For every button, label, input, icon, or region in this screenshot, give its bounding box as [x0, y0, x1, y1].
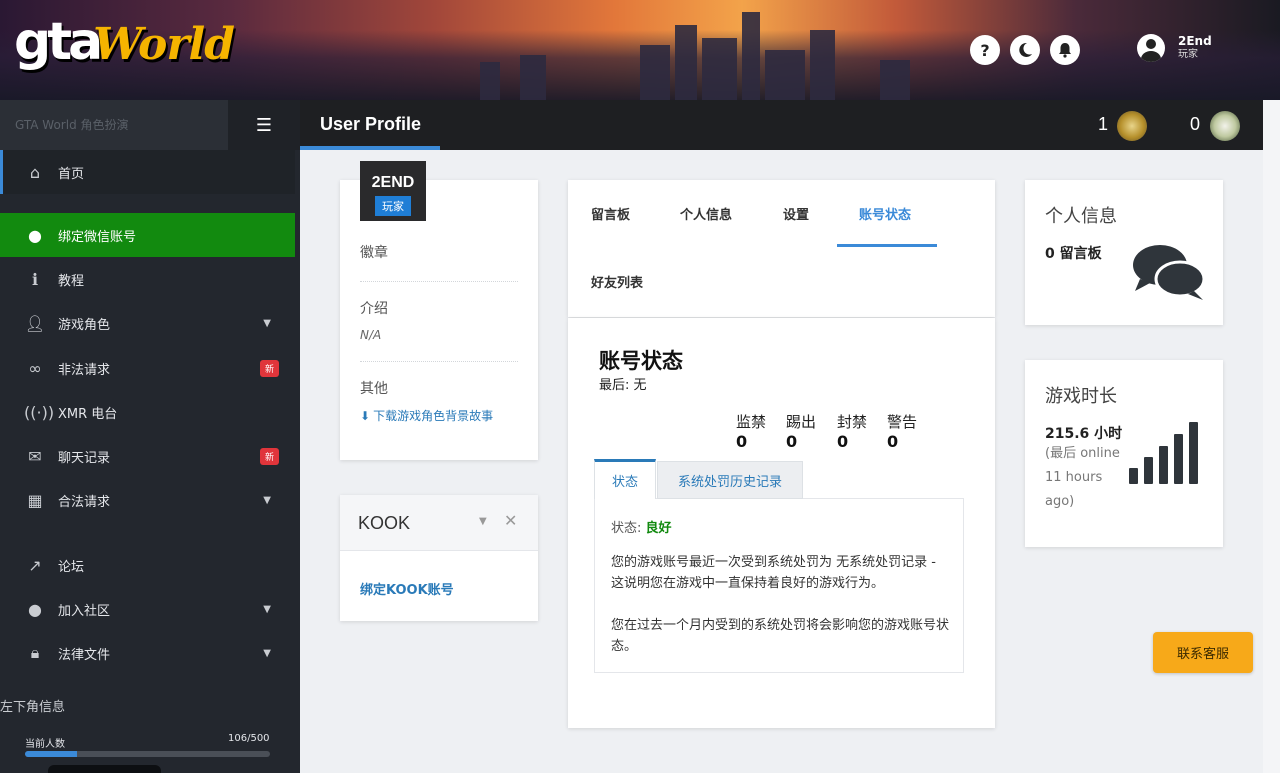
sidebar: GTA World 角色扮演 ☰ ⌂ 首页 ● 绑定微信账号 ℹ 教程 👤︎ 游…: [0, 100, 300, 773]
sidebar-item-illegal-requests[interactable]: ∞ 非法请求 新: [0, 346, 295, 390]
chevron-down-icon: ▼: [263, 647, 271, 659]
last-online: (最后 online 11 hours ago): [1045, 446, 1120, 509]
sidebar-item-radio[interactable]: ((·)) XMR 电台: [0, 390, 295, 434]
status-panel: 状态: 良好 您的游戏账号最近一次受到系统处罚为 无系统处罚记录 - 这说明您在…: [594, 498, 964, 673]
user-icon: 👤︎: [24, 313, 46, 333]
intro-value: N/A: [360, 328, 382, 342]
stat-ban: 封禁 0: [837, 413, 868, 451]
header-banner: gtaWorld ? 2End 玩家: [0, 0, 1280, 100]
sidebar-item-forum[interactable]: ↗ 论坛: [0, 543, 295, 587]
intro-label: 介绍: [360, 301, 388, 317]
tab-account-status[interactable]: 账号状态: [859, 204, 911, 223]
active-tab-indicator: [837, 244, 937, 247]
scroll-gutter: [1263, 100, 1280, 773]
online-count: 106/500: [228, 733, 270, 744]
signal-bars-icon: [1129, 422, 1198, 484]
bind-kook-link[interactable]: 绑定KOOK账号: [360, 579, 454, 598]
subtab-penalty-history[interactable]: 系统处罚历史记录: [657, 461, 803, 499]
stat-count-1: 1: [1098, 114, 1109, 134]
status-description: 您的游戏账号最近一次受到系统处罚为 无系统处罚记录 - 这说明您在游戏中一直保持…: [611, 555, 936, 591]
sidebar-item-join-community[interactable]: ● 加入社区 ▼: [0, 587, 295, 631]
sidebar-item-legal-requests[interactable]: ▦ 合法请求 ▼: [0, 478, 295, 522]
comments-icon: [1133, 245, 1206, 300]
help-icon[interactable]: ?: [970, 35, 1000, 65]
sidebar-item-chat-logs[interactable]: ✉ 聊天记录 新: [0, 434, 295, 478]
playtime-title: 游戏时长: [1045, 386, 1117, 407]
user-role: 玩家: [1178, 49, 1198, 60]
badges-label: 徽章: [360, 245, 388, 261]
sidebar-item-tutorial[interactable]: ℹ 教程: [0, 257, 295, 301]
sidebar-item-home[interactable]: ⌂ 首页: [0, 150, 295, 194]
online-progress-fill: [25, 751, 77, 757]
stat-kick: 踢出 0: [786, 413, 817, 451]
avatar: [1137, 34, 1165, 62]
status-line: 状态: 良好: [611, 521, 672, 536]
profile-card: 徽章 介绍 N/A 其他 ⬇ 下载游戏角色背景故事: [340, 180, 538, 460]
stat-jail: 监禁 0: [736, 413, 767, 451]
playtime-hours: 215.6 小时: [1045, 426, 1123, 442]
info-icon: ℹ: [31, 269, 39, 289]
mask-icon: ∞: [28, 358, 42, 378]
other-label: 其他: [360, 381, 388, 397]
sidebar-item-bind-wechat[interactable]: ● 绑定微信账号: [0, 213, 295, 257]
online-label: 当前人数: [25, 739, 65, 750]
sidebar-item-characters[interactable]: 👤︎ 游戏角色 ▼: [0, 301, 295, 345]
status-note: 您在过去一个月内受到的系统处罚将会影响您的游戏账号状态。: [611, 618, 950, 654]
tab-message-board[interactable]: 留言板: [591, 204, 630, 223]
sidebar-item-legal-docs[interactable]: 🔒︎ 法律文件 ▼: [0, 631, 295, 675]
profile-name-tag: 2END 玩家: [360, 161, 426, 221]
radio-icon: ((·)): [24, 402, 55, 422]
external-link-icon: ↗: [28, 555, 42, 575]
new-badge: 新: [259, 447, 279, 465]
tab-friends-list[interactable]: 好友列表: [591, 272, 643, 291]
page-titlebar: User Profile 1 0: [300, 100, 1263, 150]
dark-mode-icon[interactable]: [1010, 35, 1040, 65]
chevron-down-icon: ▼: [263, 494, 271, 506]
tab-personal-info[interactable]: 个人信息: [680, 204, 732, 223]
lock-icon: 🔒︎: [30, 643, 40, 662]
profile-role-badge: 玩家: [375, 196, 411, 216]
user-menu[interactable]: 2End 玩家: [1137, 34, 1212, 62]
message-count: 0 留言板: [1045, 246, 1102, 262]
tab-settings[interactable]: 设置: [783, 204, 809, 223]
chevron-down-icon: ▼: [263, 317, 271, 329]
last-penalty: 最后: 无: [599, 378, 647, 393]
download-backstory-link[interactable]: ⬇ 下载游戏角色背景故事: [360, 407, 493, 424]
kook-title: KOOK: [358, 513, 411, 533]
mascot-badge-icon[interactable]: [1210, 111, 1240, 141]
sidebar-footer-pill: [48, 765, 161, 773]
profile-tabs-card: [568, 180, 995, 317]
sidebar-title: GTA World 角色扮演: [15, 118, 129, 132]
new-badge: 新: [259, 359, 279, 377]
collapse-icon[interactable]: ▼: [479, 516, 487, 527]
wechat-icon: ●: [28, 225, 42, 245]
chat-icon: ✉: [28, 446, 42, 466]
personal-info-card: 个人信息 0 留言板: [1025, 180, 1223, 325]
page-title: User Profile: [320, 114, 422, 134]
chevron-down-icon: ▼: [263, 603, 271, 615]
site-logo[interactable]: gtaWorld: [14, 12, 235, 75]
online-progress-bar: [25, 751, 270, 757]
title-underline: [300, 146, 440, 150]
user-name: 2End: [1178, 34, 1212, 48]
wechat-icon: ●: [28, 599, 42, 619]
contact-support-button[interactable]: 联系客服: [1153, 632, 1253, 673]
home-icon: ⌂: [29, 162, 41, 182]
sidebar-section-label: 左下角信息: [0, 700, 66, 715]
status-value: 良好: [645, 521, 672, 536]
stat-count-2: 0: [1190, 114, 1201, 134]
building-icon: ▦: [27, 490, 43, 510]
stat-warning: 警告 0: [887, 413, 918, 451]
download-icon: ⬇: [360, 408, 371, 423]
notification-bell-icon[interactable]: [1050, 35, 1080, 65]
playtime-card: 游戏时长 215.6 小时 (最后 online 11 hours ago): [1025, 360, 1223, 547]
profile-name: 2END: [371, 174, 415, 191]
close-icon[interactable]: ✕: [504, 511, 517, 530]
menu-toggle-icon[interactable]: ☰: [228, 100, 300, 150]
account-status-heading: 账号状态: [599, 349, 683, 373]
subtab-status[interactable]: 状态: [594, 459, 656, 499]
kook-card: KOOK ▼ ✕ 绑定KOOK账号: [340, 495, 538, 621]
police-badge-icon[interactable]: [1117, 111, 1147, 141]
personal-info-title: 个人信息: [1045, 206, 1117, 227]
